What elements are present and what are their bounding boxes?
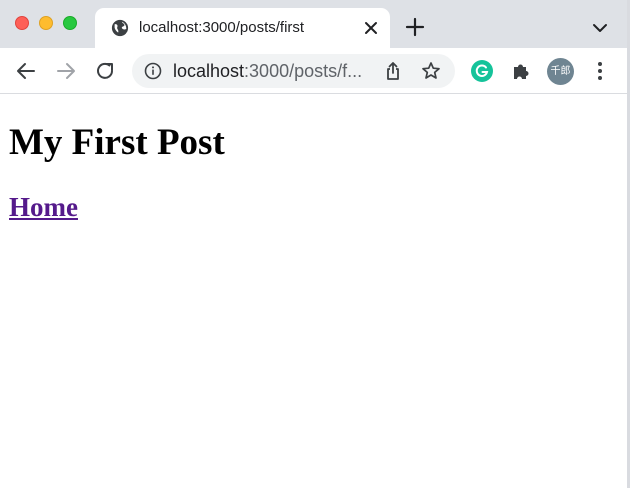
bookmark-star-icon[interactable] (421, 61, 441, 81)
info-icon[interactable] (144, 62, 162, 80)
address-bar[interactable]: localhost:3000/posts/f... (132, 54, 455, 88)
back-arrow-icon[interactable] (14, 59, 38, 83)
url-path: :3000/posts/f... (244, 61, 363, 81)
home-link[interactable]: Home (9, 192, 78, 223)
close-tab-icon[interactable] (360, 17, 382, 39)
tab-active[interactable]: localhost:3000/posts/first (95, 8, 390, 48)
reload-icon[interactable] (93, 59, 117, 83)
maximize-window-button[interactable] (63, 16, 77, 30)
minimize-window-button[interactable] (39, 16, 53, 30)
forward-arrow-icon[interactable] (54, 59, 78, 83)
grammarly-extension-icon[interactable] (471, 60, 493, 82)
browser-window: localhost:3000/posts/first localhost:300… (0, 0, 630, 488)
more-menu-icon[interactable] (592, 60, 608, 82)
url-host: localhost (173, 61, 245, 81)
globe-icon (111, 19, 129, 37)
page-content: My First Post Home (0, 95, 627, 488)
chevron-down-icon[interactable] (590, 18, 610, 38)
close-window-button[interactable] (15, 16, 29, 30)
url-text[interactable]: localhost:3000/posts/f... (173, 61, 362, 82)
toolbar: localhost:3000/posts/f... 千郎 (0, 48, 630, 94)
page-title: My First Post (9, 122, 225, 163)
tab-strip: localhost:3000/posts/first (0, 0, 630, 48)
extensions-puzzle-icon[interactable] (510, 60, 532, 82)
new-tab-icon[interactable] (404, 16, 426, 38)
share-icon[interactable] (383, 61, 403, 81)
tab-title: localhost:3000/posts/first (139, 19, 305, 36)
profile-avatar[interactable]: 千郎 (547, 58, 574, 85)
